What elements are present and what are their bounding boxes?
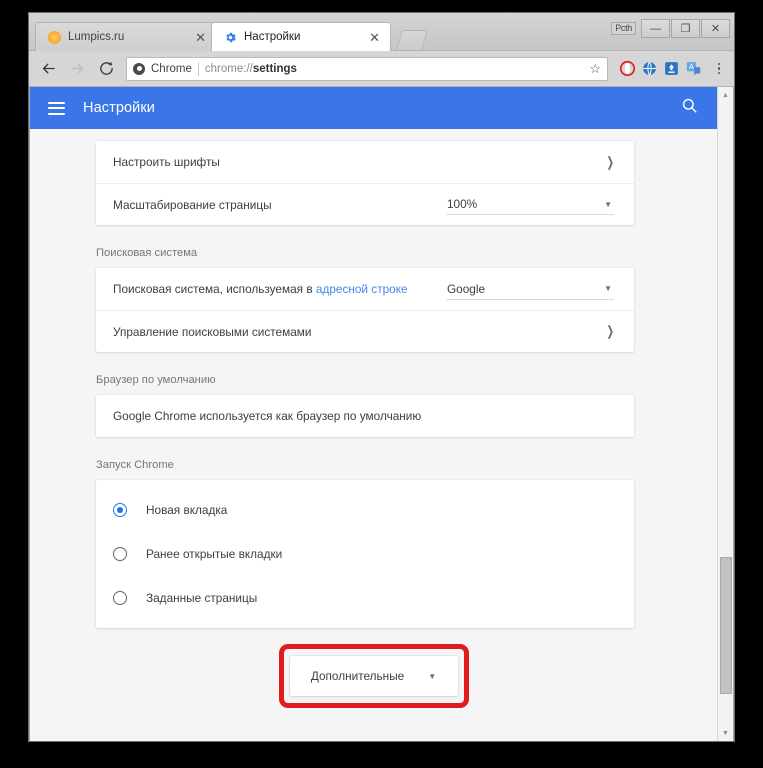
chevron-right-icon: ❯	[606, 323, 614, 339]
favicon-lumpics-icon	[48, 30, 61, 44]
section-title-default-browser: Браузер по умолчанию	[96, 374, 216, 386]
search-engine-card: Поисковая система, используемая в адресн…	[96, 268, 634, 352]
bookmark-star-icon[interactable]: ☆	[589, 61, 601, 77]
option-label: Ранее открытые вкладки	[146, 547, 283, 561]
row-label: Настроить шрифты	[113, 155, 220, 169]
tab-close-icon[interactable]: ✕	[193, 31, 208, 44]
advanced-section: Дополнительные ▼	[30, 644, 717, 708]
section-title-search-engine: Поисковая система	[96, 247, 198, 259]
settings-app-bar: Настройки	[30, 87, 717, 129]
kebab-dot	[717, 62, 721, 66]
opera-circle-extension-icon[interactable]	[619, 60, 636, 77]
default-browser-card: Google Chrome используется как браузер п…	[96, 395, 634, 437]
option-label: Новая вкладка	[146, 503, 228, 517]
row-label-text: Поисковая система, используемая в	[113, 282, 316, 296]
download-extension-icon[interactable]	[663, 60, 680, 77]
scrollbar-thumb[interactable]	[719, 557, 732, 694]
hamburger-line	[48, 101, 65, 104]
kebab-dot	[717, 67, 721, 70]
hamburger-line	[48, 107, 65, 109]
settings-row-manage-search-engines[interactable]: Управление поисковыми системами ❯	[96, 310, 634, 352]
section-title-startup: Запуск Chrome	[96, 459, 174, 471]
tab-close-icon[interactable]: ✕	[367, 31, 382, 44]
url-prefix: chrome://	[204, 62, 253, 75]
radio-icon[interactable]	[113, 547, 127, 561]
globe-extension-icon[interactable]	[641, 60, 658, 77]
maximize-button[interactable]: ❐	[671, 19, 700, 38]
screenshot-root: Lumpics.ru ✕ Настройки ✕ Pcth — ❐ ✕ Chro…	[0, 0, 763, 768]
advanced-button[interactable]: Дополнительные ▼	[289, 656, 458, 696]
extension-icons: A	[615, 60, 728, 77]
omnibox-scheme-label: Chrome	[151, 62, 192, 75]
page-viewport: Настройки Настроить шрифты ❯ Масштабиров…	[29, 87, 734, 741]
default-browser-status-text: Google Chrome используется как браузер п…	[113, 409, 422, 423]
settings-content: Настроить шрифты ❯ Масштабирование стран…	[30, 129, 717, 708]
select-value: Google	[447, 281, 486, 296]
omnibox-url: chrome://settings	[205, 63, 297, 75]
page-scrollbar[interactable]: ▲ ▼	[717, 87, 733, 741]
search-icon[interactable]	[680, 96, 699, 120]
address-bar-link[interactable]: адресной строке	[316, 282, 408, 296]
minimize-icon: —	[650, 22, 661, 35]
select-value: 100%	[447, 197, 478, 211]
browser-window: Lumpics.ru ✕ Настройки ✕ Pcth — ❐ ✕ Chro…	[28, 12, 735, 742]
new-tab-button[interactable]	[396, 30, 428, 50]
startup-option-continue[interactable]: Ранее открытые вкладки	[96, 532, 634, 576]
row-label: Управление поисковыми системами	[113, 324, 312, 339]
chrome-logo-icon	[133, 62, 145, 75]
chevron-down-icon: ▼	[604, 284, 612, 293]
row-label: Масштабирование страницы	[113, 197, 272, 212]
browser-tab-settings[interactable]: Настройки ✕	[211, 22, 391, 51]
address-bar[interactable]: Chrome chrome://settings ☆	[126, 56, 608, 81]
close-window-button[interactable]: ✕	[701, 19, 730, 38]
tab-strip: Lumpics.ru ✕ Настройки ✕ Pcth — ❐ ✕	[29, 13, 734, 51]
scrollbar-track[interactable]	[718, 103, 734, 725]
page-zoom-select[interactable]: 100% ▼	[446, 194, 614, 215]
chevron-down-icon: ▼	[428, 671, 437, 681]
search-engine-select[interactable]: Google ▼	[446, 279, 614, 300]
scroll-up-arrow-icon[interactable]: ▲	[718, 87, 734, 103]
forward-button[interactable]	[64, 56, 90, 82]
chevron-right-icon: ❯	[606, 153, 614, 169]
advanced-button-label: Дополнительные	[310, 669, 405, 683]
svg-text:A: A	[689, 63, 694, 71]
favicon-settings-gear-icon	[224, 31, 237, 44]
window-controls: Pcth — ❐ ✕	[611, 19, 730, 38]
settings-row-page-zoom[interactable]: Масштабирование страницы 100% ▼	[96, 183, 634, 225]
tab-title: Настройки	[244, 31, 301, 43]
tab-title: Lumpics.ru	[68, 31, 125, 43]
minimize-button[interactable]: —	[641, 19, 670, 38]
startup-option-new-tab[interactable]: Новая вкладка	[96, 488, 634, 532]
chrome-menu-button[interactable]	[710, 62, 728, 75]
reload-button[interactable]	[93, 56, 119, 82]
url-path: settings	[252, 62, 297, 75]
browser-tab-lumpics[interactable]: Lumpics.ru ✕	[35, 22, 217, 51]
window-mini-label: Pcth	[611, 21, 636, 36]
hamburger-icon[interactable]	[48, 101, 65, 115]
startup-card: Новая вкладка Ранее открытые вкладки Зад…	[96, 480, 634, 628]
settings-page: Настройки Настроить шрифты ❯ Масштабиров…	[30, 87, 717, 741]
radio-icon[interactable]	[113, 591, 127, 605]
settings-row-customize-fonts[interactable]: Настроить шрифты ❯	[96, 141, 634, 183]
kebab-dot	[717, 71, 721, 75]
settings-row-search-engine[interactable]: Поисковая система, используемая в адресн…	[96, 268, 634, 310]
row-label: Поисковая система, используемая в адресн…	[113, 282, 446, 296]
startup-option-specific-pages[interactable]: Заданные страницы	[96, 576, 634, 620]
hamburger-line	[48, 112, 65, 115]
maximize-icon: ❐	[680, 23, 691, 35]
omnibox-divider	[197, 61, 199, 76]
chevron-down-icon: ▼	[604, 199, 612, 209]
option-label: Заданные страницы	[146, 591, 258, 605]
page-title: Настройки	[83, 100, 155, 116]
back-button[interactable]	[35, 56, 61, 82]
radio-icon[interactable]	[113, 503, 127, 517]
browser-toolbar: Chrome chrome://settings ☆ A	[29, 51, 734, 87]
close-icon: ✕	[710, 23, 721, 35]
translate-extension-icon[interactable]: A	[685, 60, 702, 77]
scroll-down-arrow-icon[interactable]: ▼	[718, 725, 734, 741]
appearance-card: Настроить шрифты ❯ Масштабирование стран…	[96, 141, 634, 225]
